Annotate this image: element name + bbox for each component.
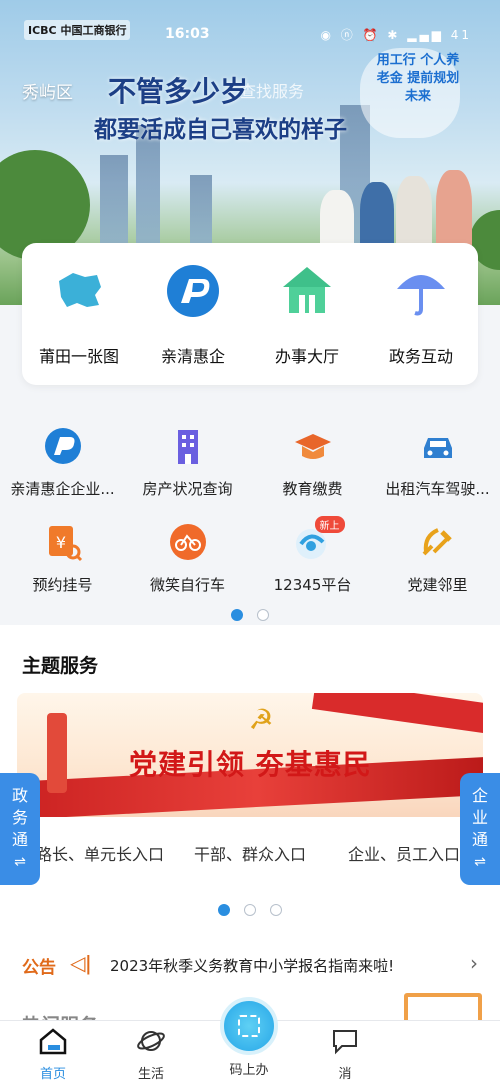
quick-service-item[interactable]: 党建邻里 [375, 522, 500, 595]
quick-service-item[interactable]: 新上 12345平台 [250, 516, 375, 595]
person-graphic [320, 190, 354, 250]
tab-label: 生活 [137, 1067, 164, 1082]
tab-scan[interactable]: 码上办 [209, 1059, 289, 1078]
pillar-graphic [47, 713, 67, 793]
quick-services-grid: 亲清惠企企业... 房产状况查询 教育缴费 出租汽车驾驶... ¥ 预约挂号 微… [0, 418, 500, 621]
quick-service-item[interactable]: ¥ 预约挂号 [0, 522, 125, 595]
home-icon [38, 1027, 68, 1055]
building-graphic [100, 155, 128, 245]
building-graphic [190, 175, 212, 245]
chevron-right-icon: › [470, 951, 478, 975]
party-emblem-icon: ☭ [248, 703, 274, 736]
notice-text: 2023年秋季义务教育中小学报名指南来啦! [110, 957, 395, 975]
speaker-icon: ◁ǀ [70, 951, 92, 975]
tab-label: 消 [338, 1067, 352, 1082]
map-icon [51, 263, 107, 319]
slogan-line1: 不管多少岁 [108, 75, 249, 108]
hotline-icon: 新上 [293, 516, 345, 562]
search-input[interactable]: 查找服务 [240, 78, 304, 102]
swap-icon: ⇌ [474, 854, 486, 870]
quick-service-label: 预约挂号 [32, 576, 93, 594]
tab-home[interactable]: 首页 [13, 1027, 93, 1082]
section-title: 主题服务 [22, 655, 99, 677]
quick-service-item[interactable]: 微笑自行车 [125, 522, 250, 595]
svg-text:¥: ¥ [55, 533, 65, 552]
service-label: 办事大厅 [274, 347, 339, 366]
service-hall[interactable]: 办事大厅 [250, 263, 364, 367]
appointment-icon: ¥ [43, 522, 83, 562]
bank-label: ICBC 中国工商银行 [24, 20, 131, 40]
person-graphic [396, 176, 432, 252]
enterprise-pass-label: 企业通 [471, 786, 488, 849]
service-interaction[interactable]: 政务互动 [364, 263, 478, 367]
status-bar: ICBC 中国工商银行 16:03 ◉ ⓝ ⏰ ✱ ▂▄▆ 41 [0, 18, 500, 48]
scan-code-button[interactable] [220, 997, 278, 1055]
tab-label: 首页 [39, 1067, 66, 1082]
service-map[interactable]: 莆田一张图 [22, 263, 136, 367]
graduation-cap-icon [293, 426, 333, 466]
pager-dot[interactable] [244, 903, 256, 916]
person-graphic [360, 182, 394, 252]
entry-cadre-public[interactable]: 干部、群众入口 [194, 841, 306, 865]
tab-label: 码上办 [229, 1063, 269, 1078]
main-services-card: 莆田一张图 亲清惠企 办事大厅 政务互动 [22, 243, 478, 385]
quick-service-label: 教育缴费 [282, 480, 343, 498]
new-badge: 新上 [314, 516, 345, 533]
person-graphic [436, 170, 472, 252]
service-label: 政务互动 [388, 347, 453, 366]
service-label: 莆田一张图 [38, 347, 119, 366]
party-emblem-icon [418, 522, 458, 562]
grid-pager [0, 604, 500, 623]
planet-icon [136, 1027, 166, 1055]
pager-dot-active[interactable] [231, 608, 243, 621]
quick-service-label: 12345平台 [273, 576, 352, 594]
message-icon [330, 1027, 360, 1055]
slogan-line2: 都要活成自己喜欢的样子 [94, 117, 347, 143]
bicycle-icon [168, 522, 208, 562]
gov-pass-label: 政务通 [11, 786, 28, 849]
pager-dot[interactable] [270, 903, 282, 916]
service-label: 亲清惠企 [160, 347, 225, 366]
scan-code-icon [238, 1015, 260, 1037]
entry-enterprise[interactable]: 企业、员工入口 [348, 841, 460, 865]
tab-life[interactable]: 生活 [111, 1027, 191, 1082]
hall-icon [279, 263, 335, 319]
swap-icon: ⇌ [14, 854, 26, 870]
qinqing-logo-icon [165, 263, 221, 319]
car-icon [418, 426, 458, 466]
theme-banner[interactable]: ☭ 党建引领 夯基惠民 [17, 693, 483, 817]
entry-road-leader[interactable]: 路长、单元长入口 [36, 841, 164, 865]
status-icons: ◉ ⓝ ⏰ ✱ ▂▄▆ 41 [320, 28, 472, 42]
umbrella-icon [393, 263, 449, 319]
quick-service-item[interactable]: 房产状况查询 [125, 426, 250, 499]
qinqing-logo-icon [43, 426, 83, 466]
ad-text: 用工行 个人养老金 提前规划 未来 [376, 53, 460, 104]
quick-service-label: 房产状况查询 [142, 480, 233, 498]
district-selector[interactable]: 秀屿区 [22, 78, 73, 103]
quick-service-label: 出租汽车驾驶... [385, 480, 490, 498]
quick-service-item[interactable]: 出租汽车驾驶... [375, 426, 500, 499]
quick-service-item[interactable]: 教育缴费 [250, 426, 375, 499]
quick-service-item[interactable]: 亲清惠企企业... [0, 426, 125, 499]
service-qinqing[interactable]: 亲清惠企 [136, 263, 250, 367]
quick-service-label: 微笑自行车 [149, 576, 225, 594]
quick-service-label: 亲清惠企企业... [10, 480, 115, 498]
banner-pager [0, 899, 500, 918]
notice-tag: 公告 [22, 958, 56, 978]
pager-dot[interactable] [257, 608, 269, 621]
enterprise-pass-tab[interactable]: 企业通 ⇌ [460, 773, 500, 885]
banner-text: 党建引领 夯基惠民 [129, 748, 372, 781]
ribbon-graphic [311, 693, 483, 737]
notice-bar[interactable]: 公告 ◁ǀ 2023年秋季义务教育中小学报名指南来啦! › [0, 945, 500, 985]
clock: 16:03 [165, 26, 210, 42]
building-icon [168, 426, 208, 466]
quick-service-label: 党建邻里 [407, 576, 468, 594]
gov-pass-tab[interactable]: 政务通 ⇌ [0, 773, 40, 885]
tab-messages[interactable]: 消 [305, 1027, 385, 1082]
pager-dot-active[interactable] [218, 903, 230, 916]
